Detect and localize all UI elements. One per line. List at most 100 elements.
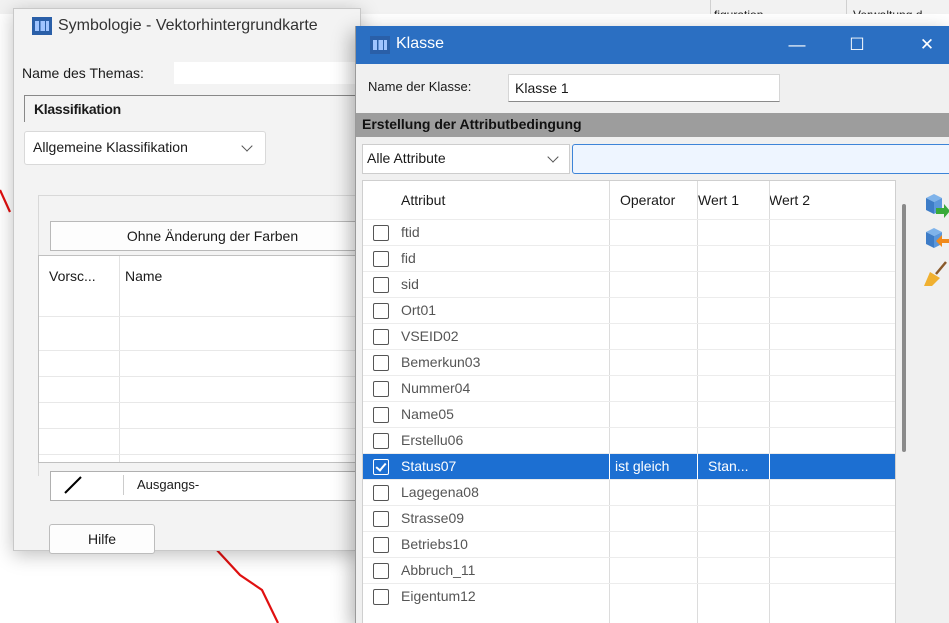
list-header-name[interactable]: Name	[125, 268, 162, 284]
table-row[interactable]: Lagegena08	[363, 479, 895, 506]
column-divider	[119, 256, 120, 462]
chevron-down-icon	[547, 151, 559, 163]
clear-broom-icon[interactable]	[922, 260, 949, 286]
column-header-wert2[interactable]: Wert 2	[769, 192, 810, 208]
row-checkbox[interactable]	[373, 381, 389, 397]
list-gridline	[39, 402, 374, 403]
table-row[interactable]: fid	[363, 245, 895, 272]
row-checkbox[interactable]	[373, 433, 389, 449]
classification-type-dropdown[interactable]: Allgemeine Klassifikation	[24, 131, 266, 165]
row-checkbox-checked[interactable]	[373, 459, 389, 475]
minimize-button[interactable]: —	[774, 26, 820, 64]
table-row[interactable]: Status07 ist gleich Stan...	[363, 453, 895, 480]
attribute-condition-title: Erstellung der Attributbedingung	[362, 116, 582, 132]
row-checkbox[interactable]	[373, 303, 389, 319]
value1-cell[interactable]: Stan...	[708, 458, 748, 474]
column-header-attribut[interactable]: Attribut	[401, 192, 445, 208]
row-checkbox[interactable]	[373, 277, 389, 293]
attribute-name: fid	[401, 250, 416, 266]
attribute-name: Lagegena08	[401, 484, 479, 500]
attribute-name: Name05	[401, 406, 454, 422]
list-gridline	[39, 350, 374, 351]
row-checkbox[interactable]	[373, 537, 389, 553]
table-row[interactable]: Abbruch_11	[363, 557, 895, 584]
table-row[interactable]: Betriebs10	[363, 531, 895, 558]
table-row[interactable]: Erstellu06	[363, 427, 895, 454]
row-checkbox[interactable]	[373, 355, 389, 371]
class-name-value: Klasse 1	[515, 80, 569, 96]
theme-name-field[interactable]	[174, 62, 364, 84]
background-tab-configuration[interactable]: figuration	[710, 0, 834, 14]
list-gridline	[39, 376, 374, 377]
background-tab-administration[interactable]: Verwaltung d	[846, 0, 949, 14]
table-row[interactable]: Ort01	[363, 297, 895, 324]
attribute-filter-value: Alle Attribute	[367, 150, 446, 166]
list-gridline	[39, 316, 374, 317]
attribute-filter-dropdown[interactable]: Alle Attribute	[362, 144, 570, 174]
class-name-label: Name der Klasse:	[368, 79, 472, 94]
attribute-name: Eigentum12	[401, 588, 476, 604]
attribute-name: Abbruch_11	[401, 562, 476, 578]
attribute-name: Erstellu06	[401, 432, 464, 448]
attribute-table[interactable]: Attribut Operator Wert 1 Wert 2 ftid fid s…	[362, 180, 896, 623]
default-symbol-row[interactable]: Ausgangs-	[50, 471, 375, 501]
symbology-window: Symbologie - Vektorhintergrundkarte Name…	[13, 8, 375, 554]
help-button[interactable]: Hilfe	[49, 524, 155, 554]
table-row[interactable]: Name05	[363, 401, 895, 428]
symbology-titlebar[interactable]: Symbologie - Vektorhintergrundkarte	[14, 9, 360, 45]
attribute-name: Bemerkun03	[401, 354, 481, 370]
list-gridline	[39, 428, 374, 429]
table-row[interactable]: Nummer04	[363, 375, 895, 402]
class-name-input[interactable]: Klasse 1	[508, 74, 780, 102]
table-scrollbar[interactable]	[902, 204, 906, 452]
attribute-condition-header: Erstellung der Attributbedingung	[356, 113, 949, 137]
list-header-preview[interactable]: Vorsc...	[49, 268, 96, 284]
attribute-name: sid	[401, 276, 419, 292]
row-checkbox[interactable]	[373, 251, 389, 267]
table-row[interactable]: Bemerkun03	[363, 349, 895, 376]
class-dialog-titlebar[interactable]: Klasse — ☐ ✕	[356, 26, 949, 64]
column-header-operator[interactable]: Operator	[620, 192, 675, 208]
app-icon	[370, 36, 390, 54]
maximize-button[interactable]: ☐	[834, 26, 880, 64]
row-checkbox[interactable]	[373, 589, 389, 605]
attribute-name: Status07	[401, 458, 457, 474]
attribute-name: ftid	[401, 224, 420, 240]
value-filter-dropdown[interactable]	[572, 144, 949, 174]
column-divider	[769, 454, 770, 480]
class-dialog: Klasse — ☐ ✕ Name der Klasse: Klasse 1 E…	[355, 26, 949, 623]
row-checkbox[interactable]	[373, 225, 389, 241]
classification-type-value: Allgemeine Klassifikation	[33, 139, 188, 155]
table-row[interactable]: Strasse09	[363, 505, 895, 532]
row-checkbox[interactable]	[373, 407, 389, 423]
table-row[interactable]: Eigentum12	[363, 583, 895, 610]
class-dialog-title: Klasse	[396, 35, 445, 52]
column-divider	[609, 454, 610, 480]
classification-heading: Klassifikation	[34, 101, 121, 117]
close-button[interactable]: ✕	[904, 26, 949, 64]
list-gridline	[39, 454, 374, 455]
import-icon[interactable]	[922, 192, 949, 218]
table-row[interactable]: sid	[363, 271, 895, 298]
export-icon[interactable]	[922, 226, 949, 252]
class-list[interactable]: Vorsc... Name	[38, 255, 375, 463]
keep-colors-button[interactable]: Ohne Änderung der Farben	[50, 221, 375, 251]
attribute-name: VSEID02	[401, 328, 459, 344]
theme-label: Name des Themas:	[22, 65, 144, 81]
attribute-name: Strasse09	[401, 510, 465, 526]
column-header-wert1[interactable]: Wert 1	[698, 192, 739, 208]
line-symbol-icon	[55, 475, 124, 495]
table-row[interactable]: VSEID02	[363, 323, 895, 350]
operator-cell[interactable]: ist gleich	[615, 458, 669, 474]
column-divider	[697, 454, 698, 480]
row-checkbox[interactable]	[373, 511, 389, 527]
table-row[interactable]: ftid	[363, 219, 895, 246]
default-symbol-label: Ausgangs-	[137, 477, 200, 492]
symbology-title: Symbologie - Vektorhintergrundkarte	[58, 17, 318, 34]
chevron-down-icon	[241, 140, 253, 152]
row-checkbox[interactable]	[373, 329, 389, 345]
attribute-name: Ort01	[401, 302, 437, 318]
attribute-name: Betriebs10	[401, 536, 468, 552]
row-checkbox[interactable]	[373, 485, 389, 501]
row-checkbox[interactable]	[373, 563, 389, 579]
